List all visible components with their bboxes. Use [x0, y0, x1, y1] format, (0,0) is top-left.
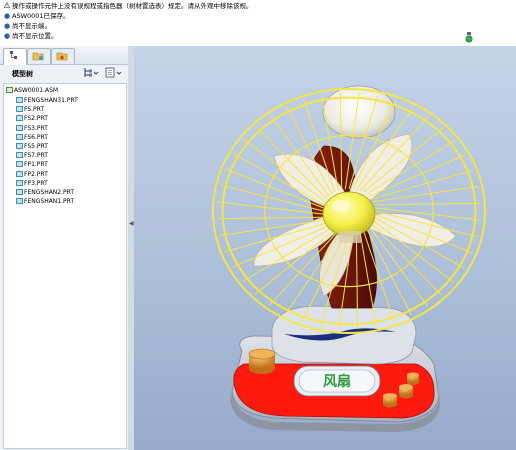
message-text: ASW0001已保存。 — [12, 12, 70, 20]
show-list-icon — [105, 67, 122, 78]
tree-root-assembly[interactable]: ASW0001.ASM — [6, 86, 58, 95]
part-icon — [16, 124, 23, 131]
tree-item-part[interactable]: FENGSHAN31.PRT — [16, 96, 78, 105]
part-icon — [16, 97, 23, 103]
part-icon — [16, 133, 23, 140]
collapse-arrow-icon[interactable]: ◀ — [129, 220, 134, 230]
message-area: ⚠操作或操作元件上没有误规程或指色器（树材置选表）规定。请从外观中移除该规。 ●… — [0, 0, 516, 47]
part-icon — [16, 152, 23, 159]
message-line: ● 尚不显示位置。 — [3, 31, 58, 41]
tree-settings-button[interactable] — [82, 66, 100, 80]
tree-node-label: FENGSHAN1.PRT — [24, 198, 75, 206]
model-tree: ASW0001.ASM FENGSHAN31.PRT FS.PRT FS2.PRT FS… — [3, 83, 127, 449]
tree-node-label: FENGSHAN31.PRT — [24, 97, 78, 104]
tree-node-label: FP3.PRT — [24, 179, 48, 187]
info-icon: ● — [3, 12, 11, 20]
tree-item-part[interactable]: FS7.PRT — [16, 151, 48, 160]
message-text: 尚不显示端。 — [12, 22, 51, 30]
tree-icon — [10, 51, 17, 59]
fan-base[interactable]: 风扇 — [230, 305, 440, 432]
message-line: ● ASW0001已保存。 — [3, 11, 70, 21]
part-icon — [16, 106, 23, 113]
message-text: 操作或操作元件上没有误规程或指色器（树材置选表）规定。请从外观中移除该规。 — [12, 2, 253, 10]
tree-settings-icon — [84, 68, 99, 77]
model-tree-title: 模型树 — [12, 70, 33, 78]
folder-icon — [32, 52, 44, 61]
tree-item-part[interactable]: FENGSHAN1.PRT — [16, 197, 74, 206]
tree-node-label: FS3.PRT — [24, 124, 48, 132]
tree-node-label: FS.PRT — [24, 106, 45, 114]
button-knob[interactable] — [383, 393, 397, 408]
tab-model-tree[interactable] — [3, 48, 27, 65]
tree-node-label: ASW0001.ASM — [14, 87, 59, 94]
button-knob[interactable] — [407, 372, 419, 385]
tree-item-part[interactable]: FP1.PRT — [16, 160, 48, 169]
tree-item-part[interactable]: FS2.PRT — [16, 114, 48, 123]
tree-node-label: FS2.PRT — [24, 115, 48, 123]
speed-knob[interactable] — [248, 348, 276, 374]
info-icon: ● — [3, 32, 11, 40]
tree-show-button[interactable] — [104, 66, 124, 80]
part-icon — [16, 170, 23, 177]
button-knob[interactable] — [399, 384, 413, 399]
tree-item-part[interactable]: FS3.PRT — [16, 124, 48, 133]
favorites-folder-icon — [56, 52, 68, 61]
tree-node-label: FP2.PRT — [24, 170, 48, 178]
part-icon — [16, 179, 23, 186]
message-line: ⚠操作或操作元件上没有误规程或指色器（树材置选表）规定。请从外观中移除该规。 — [3, 1, 253, 11]
part-icon — [16, 198, 23, 205]
navigator-panel: 模型树 ASW0001.ASM FENGSHAN31.PRT FS.PRT FS2.P… — [0, 46, 129, 450]
navigator-tabs — [0, 46, 128, 65]
tree-node-label: FS5.PRT — [24, 143, 48, 150]
tab-folder-browser[interactable] — [27, 48, 51, 64]
part-icon — [16, 115, 23, 122]
warning-icon: ⚠ — [3, 1, 11, 10]
fan-model[interactable]: 风扇 — [134, 46, 516, 450]
part-icon — [16, 161, 23, 168]
status-light-icon[interactable] — [465, 32, 473, 44]
message-line: ● 尚不显示端。 — [3, 21, 51, 31]
tree-item-part[interactable]: FS.PRT — [16, 105, 44, 114]
info-icon: ● — [3, 22, 11, 30]
tree-item-part[interactable]: FS6.PRT — [16, 133, 48, 142]
part-icon — [16, 143, 23, 149]
assembly-icon — [6, 87, 13, 93]
tree-item-part[interactable]: FP3.PRT — [16, 179, 48, 188]
tab-favorites[interactable] — [51, 48, 75, 64]
message-text: 尚不显示位置。 — [12, 32, 58, 40]
base-label: 风扇 — [323, 373, 351, 390]
tree-item-part[interactable]: FP2.PRT — [16, 170, 48, 179]
tree-node-label: FP1.PRT — [24, 161, 48, 169]
tree-node-label: FS7.PRT — [24, 152, 48, 160]
graphics-viewport[interactable]: 风扇 — [134, 46, 516, 450]
tree-item-part[interactable]: FS5.PRT — [16, 142, 48, 151]
tree-node-label: FS6.PRT — [24, 133, 48, 141]
part-icon — [16, 189, 23, 195]
tree-item-part[interactable]: FENGSHAN2.PRT — [16, 188, 74, 197]
model-tree-header: 模型树 — [2, 66, 126, 82]
tree-node-label: FENGSHAN2.PRT — [24, 189, 75, 196]
